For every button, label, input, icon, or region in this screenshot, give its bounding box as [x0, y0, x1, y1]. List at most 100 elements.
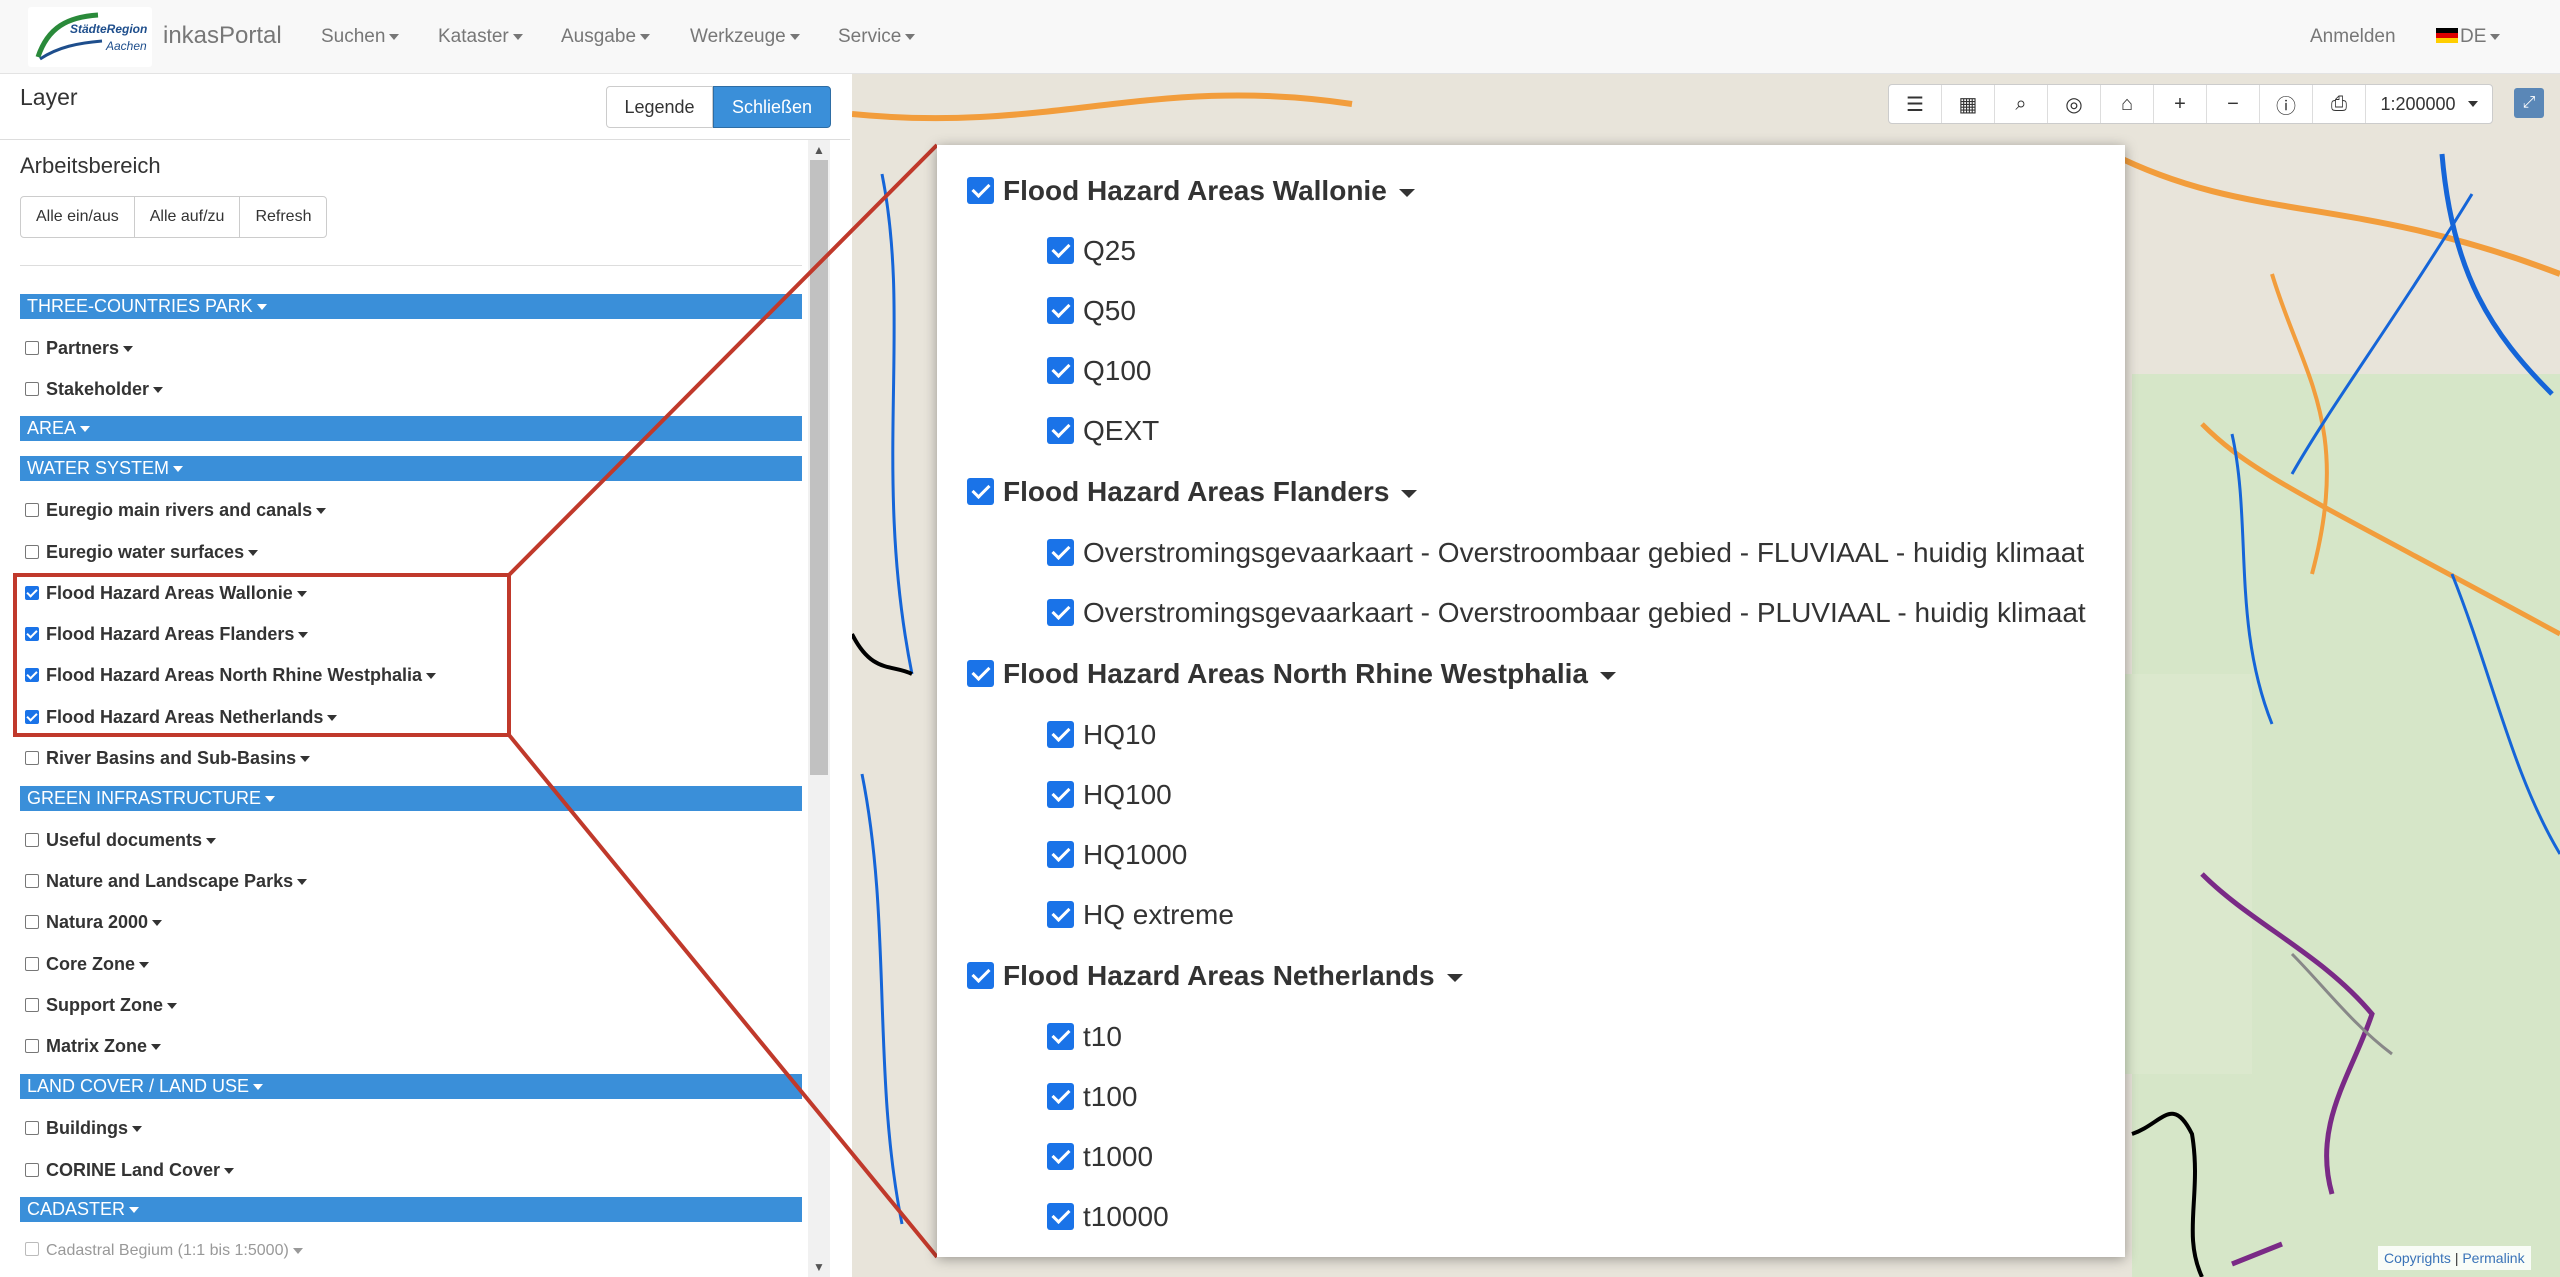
layer-fha-wallonie[interactable]: Flood Hazard Areas Wallonie: [25, 580, 307, 606]
menu-service[interactable]: Service: [838, 26, 916, 48]
checkbox-checked[interactable]: [967, 478, 994, 506]
callout-sublayer[interactable]: Overstromingsgevaarkaart - Overstroombaa…: [1047, 537, 2084, 569]
group-green-infrastructure[interactable]: GREEN INFRASTRUCTURE: [20, 786, 802, 811]
menu-werkzeuge[interactable]: Werkzeuge: [690, 26, 800, 48]
checkbox-checked[interactable]: [1047, 417, 1074, 445]
brand-title[interactable]: inkasPortal: [163, 22, 282, 50]
checkbox[interactable]: [25, 956, 39, 971]
checkbox-checked[interactable]: [1047, 539, 1074, 567]
menu-kataster[interactable]: Kataster: [438, 26, 523, 48]
callout-sublayer[interactable]: HQ1000: [1047, 839, 1187, 871]
layer-natura-2000[interactable]: Natura 2000: [25, 909, 163, 935]
grid-icon[interactable]: ▦: [1942, 85, 1995, 123]
checkbox-checked[interactable]: [1047, 721, 1074, 749]
scroll-down-arrow-icon[interactable]: ▼: [813, 1260, 825, 1274]
callout-sublayer[interactable]: HQ100: [1047, 779, 1172, 811]
checkbox-checked[interactable]: [967, 660, 994, 688]
checkbox[interactable]: [25, 1038, 39, 1053]
layer-river-basins[interactable]: River Basins and Sub-Basins: [25, 745, 311, 771]
logo[interactable]: StädteRegion Aachen: [28, 7, 152, 67]
layer-partners[interactable]: Partners: [25, 335, 134, 361]
checkbox[interactable]: [25, 1162, 39, 1177]
callout-sublayer[interactable]: QEXT: [1047, 415, 1159, 447]
group-three-countries-park[interactable]: THREE-COUNTRIES PARK: [20, 294, 802, 319]
checkbox[interactable]: [25, 381, 39, 396]
layer-fha-netherlands[interactable]: Flood Hazard Areas Netherlands: [25, 704, 338, 730]
layer-fha-flanders[interactable]: Flood Hazard Areas Flanders: [25, 621, 309, 647]
checkbox-checked[interactable]: [1047, 1203, 1074, 1231]
menu-ausgabe[interactable]: Ausgabe: [561, 26, 651, 48]
locate-icon[interactable]: ◎: [2048, 85, 2101, 123]
checkbox[interactable]: [25, 1120, 39, 1135]
close-button[interactable]: Schließen: [713, 86, 831, 128]
checkbox[interactable]: [25, 914, 39, 929]
info-icon[interactable]: ⓘ: [2260, 85, 2313, 123]
checkbox[interactable]: [25, 340, 39, 355]
layer-buildings[interactable]: Buildings: [25, 1115, 142, 1141]
legend-button[interactable]: Legende: [606, 86, 713, 128]
copyrights-link[interactable]: Copyrights: [2384, 1250, 2451, 1266]
checkbox-checked[interactable]: [1047, 599, 1074, 627]
zoom-out-icon[interactable]: −: [2207, 85, 2260, 123]
checkbox-checked[interactable]: [1047, 781, 1074, 809]
layer-fha-nrw[interactable]: Flood Hazard Areas North Rhine Westphali…: [25, 662, 437, 688]
checkbox[interactable]: [25, 502, 39, 517]
scale-selector[interactable]: 1:200000: [2366, 85, 2492, 123]
print-icon[interactable]: ⎙: [2313, 85, 2366, 123]
callout-sublayer[interactable]: HQ10: [1047, 719, 1156, 751]
checkbox[interactable]: [25, 873, 39, 888]
zoom-in-icon[interactable]: +: [2154, 85, 2207, 123]
layer-matrix-zone[interactable]: Matrix Zone: [25, 1033, 162, 1059]
layer-nature-parks[interactable]: Nature and Landscape Parks: [25, 868, 308, 894]
toggle-all-button[interactable]: Alle ein/aus: [20, 196, 135, 238]
login-link[interactable]: Anmelden: [2310, 26, 2396, 48]
menu-suchen[interactable]: Suchen: [321, 26, 400, 48]
layer-euregio-rivers[interactable]: Euregio main rivers and canals: [25, 497, 327, 523]
callout-sublayer[interactable]: Q100: [1047, 355, 1152, 387]
callout-sublayer[interactable]: Q25: [1047, 235, 1136, 267]
scrollbar-thumb[interactable]: [810, 160, 828, 775]
layers-icon[interactable]: ☰: [1889, 85, 1942, 123]
checkbox-checked[interactable]: [967, 962, 994, 990]
callout-sublayer[interactable]: Q50: [1047, 295, 1136, 327]
refresh-button[interactable]: Refresh: [239, 196, 328, 238]
callout-flanders-header[interactable]: Flood Hazard Areas Flanders: [967, 476, 1418, 508]
callout-sublayer[interactable]: t10: [1047, 1021, 1122, 1053]
checkbox-checked[interactable]: [1047, 1083, 1074, 1111]
callout-netherlands-header[interactable]: Flood Hazard Areas Netherlands: [967, 960, 1463, 992]
layer-support-zone[interactable]: Support Zone: [25, 992, 177, 1018]
checkbox-checked[interactable]: [25, 626, 39, 641]
layer-euregio-water[interactable]: Euregio water surfaces: [25, 539, 259, 565]
checkbox-checked[interactable]: [25, 585, 39, 600]
callout-sublayer[interactable]: HQ extreme: [1047, 899, 1234, 931]
group-land-cover[interactable]: LAND COVER / LAND USE: [20, 1074, 802, 1099]
scroll-up-arrow-icon[interactable]: ▲: [813, 143, 825, 157]
callout-nrw-header[interactable]: Flood Hazard Areas North Rhine Westphali…: [967, 658, 1616, 690]
layer-corine[interactable]: CORINE Land Cover: [25, 1157, 235, 1183]
checkbox-checked[interactable]: [967, 177, 994, 205]
checkbox-checked[interactable]: [1047, 1143, 1074, 1171]
checkbox[interactable]: [25, 997, 39, 1012]
layer-core-zone[interactable]: Core Zone: [25, 951, 150, 977]
group-area[interactable]: AREA: [20, 416, 802, 441]
checkbox-checked[interactable]: [1047, 841, 1074, 869]
callout-sublayer[interactable]: Overstromingsgevaarkaart - Overstroombaa…: [1047, 597, 2086, 629]
checkbox-checked[interactable]: [25, 667, 39, 682]
language-selector[interactable]: DE: [2460, 26, 2501, 48]
checkbox[interactable]: [25, 544, 39, 559]
callout-wallonie-header[interactable]: Flood Hazard Areas Wallonie: [967, 175, 1415, 207]
checkbox-checked[interactable]: [1047, 357, 1074, 385]
checkbox-checked[interactable]: [1047, 901, 1074, 929]
checkbox-checked[interactable]: [1047, 1023, 1074, 1051]
callout-sublayer[interactable]: t100: [1047, 1081, 1138, 1113]
group-cadaster[interactable]: CADASTER: [20, 1197, 802, 1222]
callout-sublayer[interactable]: t10000: [1047, 1201, 1169, 1233]
fullscreen-icon[interactable]: ⤢: [2514, 88, 2544, 118]
permalink-link[interactable]: Permalink: [2462, 1250, 2524, 1266]
home-icon[interactable]: ⌂: [2101, 85, 2154, 123]
expand-all-button[interactable]: Alle auf/zu: [133, 196, 241, 238]
checkbox-checked[interactable]: [1047, 237, 1074, 265]
checkbox-checked[interactable]: [25, 709, 39, 724]
layer-stakeholder[interactable]: Stakeholder: [25, 376, 164, 402]
checkbox[interactable]: [25, 750, 39, 765]
